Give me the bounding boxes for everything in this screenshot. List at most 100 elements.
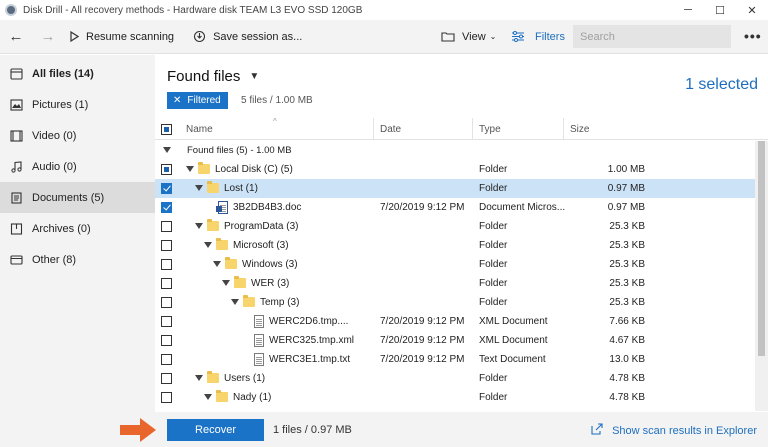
column-type[interactable]: Type xyxy=(472,118,563,140)
back-button[interactable]: ← xyxy=(0,20,32,54)
sidebar-item-archives[interactable]: Archives (0) xyxy=(0,213,155,244)
sidebar-item-all-files[interactable]: All files (14) xyxy=(0,58,155,89)
table-row[interactable]: 3B2DB4B3.doc 7/20/2019 9:12 PM Document Mi… xyxy=(155,198,755,217)
folder-icon xyxy=(243,295,255,307)
close-button[interactable]: ✕ xyxy=(736,0,768,20)
title-bar: Disk Drill - All recovery methods - Hard… xyxy=(0,0,768,20)
collapse-triangle-icon[interactable] xyxy=(163,147,171,153)
expand-triangle-icon[interactable] xyxy=(195,223,203,229)
row-checkbox[interactable] xyxy=(161,183,172,194)
pointer-arrow-icon xyxy=(120,418,156,442)
close-icon[interactable]: ✕ xyxy=(173,95,181,106)
row-checkbox[interactable] xyxy=(161,335,172,346)
row-checkbox[interactable] xyxy=(161,259,172,270)
show-in-explorer-link[interactable]: Show scan results in Explorer xyxy=(591,423,757,438)
expand-triangle-icon[interactable] xyxy=(231,299,239,305)
sidebar-item-other[interactable]: Other (8) xyxy=(0,244,155,275)
found-files-dropdown[interactable]: Found files ▼ xyxy=(167,68,259,85)
minimize-button[interactable]: ─ xyxy=(672,0,704,20)
row-checkbox[interactable] xyxy=(161,164,172,175)
vertical-scrollbar[interactable] xyxy=(755,141,768,411)
row-name: WERC3E1.tmp.txt xyxy=(269,354,351,365)
save-session-button[interactable]: Save session as... xyxy=(193,20,302,54)
row-name: WERC2D6.tmp.... xyxy=(269,316,349,327)
recover-button[interactable]: Recover xyxy=(167,419,264,441)
recover-summary: 1 files / 0.97 MB xyxy=(273,424,352,436)
column-date[interactable]: Date xyxy=(373,118,472,140)
row-size: 13.0 KB xyxy=(609,354,645,365)
row-checkbox[interactable] xyxy=(161,316,172,327)
table-row[interactable]: WER (3) Folder 25.3 KB xyxy=(155,274,755,293)
select-all-checkbox[interactable] xyxy=(161,124,172,135)
search-input[interactable] xyxy=(573,25,731,48)
resume-scanning-button[interactable]: Resume scanning xyxy=(70,20,174,54)
view-menu-button[interactable]: View ⌄ xyxy=(441,20,496,54)
row-checkbox[interactable] xyxy=(161,392,172,403)
table-row[interactable]: Lost (1) Folder 0.97 MB xyxy=(155,179,755,198)
expand-triangle-icon[interactable] xyxy=(213,261,221,267)
row-name: 3B2DB4B3.doc xyxy=(233,202,302,213)
row-name: WERC325.tmp.xml xyxy=(269,335,355,346)
video-icon xyxy=(9,129,23,142)
filtered-chip[interactable]: ✕ Filtered xyxy=(167,92,228,109)
sidebar-item-documents[interactable]: Documents (5) xyxy=(0,182,155,213)
row-name: Temp (3) xyxy=(260,297,300,308)
row-date: 7/20/2019 9:12 PM xyxy=(380,354,465,365)
row-size: 1.00 MB xyxy=(607,164,645,175)
row-checkbox[interactable] xyxy=(161,297,172,308)
table-row[interactable]: Nady (1) Folder 4.78 KB xyxy=(155,388,755,407)
column-size-label: Size xyxy=(570,123,590,135)
selected-count: 1 selected xyxy=(685,76,758,93)
row-type: Folder xyxy=(479,240,508,251)
table-row[interactable]: Windows (3) Folder 25.3 KB xyxy=(155,255,755,274)
pictures-icon xyxy=(9,98,23,111)
row-checkbox[interactable] xyxy=(161,373,172,384)
table-row[interactable]: Microsoft (3) Folder 25.3 KB xyxy=(155,236,755,255)
expand-triangle-icon[interactable] xyxy=(195,375,203,381)
filters-icon xyxy=(512,31,524,42)
filters-button[interactable]: Filters xyxy=(511,20,565,54)
row-size: 0.97 MB xyxy=(607,183,645,194)
folder-icon xyxy=(216,390,228,402)
table-row[interactable]: WERC2D6.tmp.... 7/20/2019 9:12 PM XML Docu… xyxy=(155,312,755,331)
more-options-icon[interactable]: ••• xyxy=(744,28,762,44)
folder-view-icon xyxy=(441,32,455,42)
play-icon xyxy=(70,31,79,42)
filtered-chip-label: Filtered xyxy=(187,95,221,106)
expand-triangle-icon[interactable] xyxy=(204,394,212,400)
sidebar-item-label: Archives (0) xyxy=(32,222,91,235)
table-row[interactable]: WERC325.tmp.xml 7/20/2019 9:12 PM XML Docu… xyxy=(155,331,755,350)
maximize-button[interactable]: ☐ xyxy=(704,0,736,20)
sidebar-item-label: Video (0) xyxy=(32,129,77,142)
expand-triangle-icon[interactable] xyxy=(195,185,203,191)
save-session-icon xyxy=(194,30,206,43)
row-size: 0.97 MB xyxy=(607,202,645,213)
table-row[interactable]: Users (1) Folder 4.78 KB xyxy=(155,369,755,388)
filters-label: Filters xyxy=(535,30,565,43)
row-name: Lost (1) xyxy=(224,183,258,194)
group-header-row[interactable]: Found files (5) - 1.00 MB xyxy=(155,141,755,160)
row-checkbox[interactable] xyxy=(161,354,172,365)
sidebar-item-pictures[interactable]: Pictures (1) xyxy=(0,89,155,120)
row-checkbox[interactable] xyxy=(161,221,172,232)
row-type: Text Document xyxy=(479,354,546,365)
row-checkbox[interactable] xyxy=(161,202,172,213)
table-row[interactable]: Local Disk (C) (5) Folder 1.00 MB xyxy=(155,160,755,179)
row-size: 4.78 KB xyxy=(609,373,645,384)
sidebar-item-audio[interactable]: Audio (0) xyxy=(0,151,155,182)
column-size[interactable]: Size xyxy=(563,118,755,140)
view-label: View xyxy=(462,30,486,43)
document-icon xyxy=(254,353,264,366)
scrollbar-thumb[interactable] xyxy=(758,141,765,356)
expand-triangle-icon[interactable] xyxy=(186,166,194,172)
table-row[interactable]: WERC3E1.tmp.txt 7/20/2019 9:12 PM Text Doc… xyxy=(155,350,755,369)
table-row[interactable]: Temp (3) Folder 25.3 KB xyxy=(155,293,755,312)
all-files-icon xyxy=(9,67,23,80)
expand-triangle-icon[interactable] xyxy=(204,242,212,248)
row-checkbox[interactable] xyxy=(161,240,172,251)
table-row[interactable]: ProgramData (3) Folder 25.3 KB xyxy=(155,217,755,236)
forward-button[interactable]: → xyxy=(32,20,64,54)
row-checkbox[interactable] xyxy=(161,278,172,289)
sidebar-item-video[interactable]: Video (0) xyxy=(0,120,155,151)
expand-triangle-icon[interactable] xyxy=(222,280,230,286)
